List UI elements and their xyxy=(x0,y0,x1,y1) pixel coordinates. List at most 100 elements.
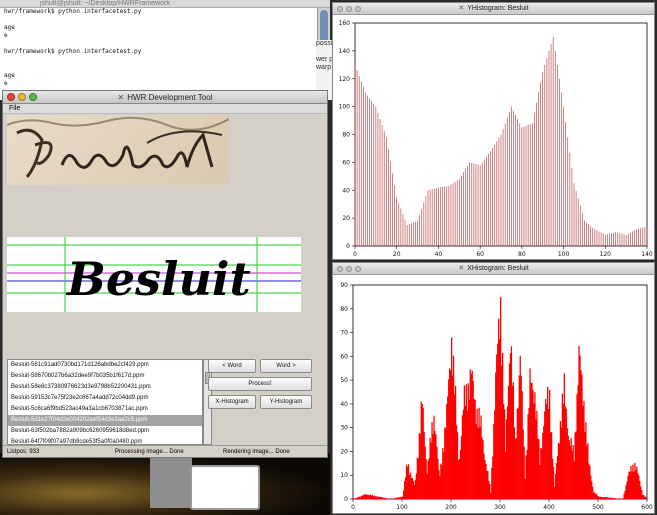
y-tick-label: 0 xyxy=(344,496,348,503)
x-tick-label: 200 xyxy=(445,504,457,511)
list-item[interactable]: Besluit-63f502ba7882a909bc6260959618d8ed… xyxy=(8,426,202,437)
terminal-line: hwr/framework$ python interfacetest.py xyxy=(4,48,142,55)
background-dialog xyxy=(190,465,260,510)
x-histogram-button[interactable]: X-Histogram xyxy=(208,395,256,409)
x-tick-label: 0 xyxy=(351,504,355,511)
terminal-output: hwr/framework$ python interfacetest.py a… xyxy=(0,8,330,88)
process-button[interactable]: Process! xyxy=(208,377,312,391)
terminal-window[interactable]: jshutt@jshutt: ~/Desktop/HWRFramework hw… xyxy=(0,0,330,100)
zoom-icon[interactable] xyxy=(355,266,361,272)
terminal-line: e xyxy=(4,80,8,87)
next-word-button[interactable]: Word > xyxy=(260,359,312,373)
y-tick-label: 80 xyxy=(340,306,348,313)
x11-icon: ✕ xyxy=(117,93,125,102)
list-item[interactable]: Besluit-58e8c37380976623d3e9798b52200431… xyxy=(8,382,202,393)
x11-icon: ✕ xyxy=(458,5,465,12)
file-list[interactable]: Besluit-561c91ad0730bd171d126abdbe2cf429… xyxy=(7,359,203,445)
list-item[interactable]: Besluit-59153c7e75f23e2c667a4add72c04dd9… xyxy=(8,393,202,404)
terminal-line: age xyxy=(4,72,15,79)
y-tick-label: 120 xyxy=(339,76,351,83)
y-tick-label: 0 xyxy=(346,243,350,250)
y-tick-label: 40 xyxy=(342,187,350,194)
x-histogram-window[interactable]: ✕ XHistogram: Besluit 0 10 20 30 40 50 60 70 80 90… xyxy=(332,262,655,514)
y-tick-label: 80 xyxy=(342,132,350,139)
x-tick-label: 600 xyxy=(641,504,653,511)
word-scan-image xyxy=(7,115,229,185)
hwr-title: HWR Development Tool xyxy=(127,93,213,102)
terminal-line: hwr/framework$ python interfacetest.py xyxy=(4,8,142,15)
y-tick-label: 50 xyxy=(340,377,348,384)
minimize-icon[interactable] xyxy=(346,6,352,12)
histogram-bar xyxy=(614,498,616,499)
y-tick-label: 60 xyxy=(342,159,350,166)
x-tick-label: 100 xyxy=(558,251,570,258)
menu-bar: File xyxy=(3,104,327,114)
x-tick-label: 0 xyxy=(353,251,357,258)
zoom-icon[interactable] xyxy=(29,93,37,101)
minimize-icon[interactable] xyxy=(346,266,352,272)
list-item[interactable]: Besluit-64f7f09f07a97db9cde53f5a0f0a0480… xyxy=(8,437,202,444)
y-tick-label: 140 xyxy=(339,48,351,55)
y-histogram-titlebar[interactable]: ✕ YHistogram: Besluit xyxy=(333,3,654,15)
minimize-icon[interactable] xyxy=(18,93,26,101)
y-tick-label: 10 xyxy=(340,472,348,479)
y-histogram-window[interactable]: ✕ YHistogram: Besluit 0 20 40 60 80 100 120 140 1… xyxy=(332,2,655,260)
x-histogram-titlebar[interactable]: ✕ XHistogram: Besluit xyxy=(333,263,654,275)
x-tick-label: 60 xyxy=(476,251,484,258)
status-rendering: Rendering image... Done xyxy=(223,449,290,455)
normalized-word-text: Besluit xyxy=(65,252,251,306)
y-tick-label: 160 xyxy=(339,20,351,27)
status-bar: Listpos: 933 Processing image... Done Re… xyxy=(3,445,327,457)
x-tick-label: 300 xyxy=(494,504,506,511)
x-histogram-title: XHistogram: Besluit xyxy=(467,265,529,272)
histogram-bar xyxy=(386,498,388,499)
zoom-icon[interactable] xyxy=(355,6,361,12)
normalized-word-panel: Besluit xyxy=(7,237,301,312)
y-tick-label: 30 xyxy=(340,425,348,432)
x-tick-label: 500 xyxy=(592,504,604,511)
list-item[interactable]: Besluit-561c91ad0730bd171d126abdbe2cf429… xyxy=(8,360,202,371)
terminal-line: age xyxy=(4,24,15,31)
x11-icon: ✕ xyxy=(458,265,465,272)
hwr-titlebar[interactable]: ✕ HWR Development Tool xyxy=(3,91,327,104)
histogram-bar xyxy=(646,498,648,499)
y-tick-label: 100 xyxy=(339,104,351,111)
y-tick-label: 20 xyxy=(342,215,350,222)
close-icon[interactable] xyxy=(337,266,343,272)
status-listpos: Listpos: 933 xyxy=(7,449,40,455)
x-histogram-chart: 0 10 20 30 40 50 60 70 80 90 0 100 200 300 400 500 600 xyxy=(340,282,653,511)
y-histogram-title: YHistogram: Besluit xyxy=(467,5,529,12)
list-item-selected[interactable]: Besluit-5d1e27f04d2e004202aef54d3e3aa2c5… xyxy=(8,415,202,426)
x-tick-label: 120 xyxy=(600,251,612,258)
x-tick-label: 140 xyxy=(641,251,653,258)
x-tick-label: 400 xyxy=(543,504,555,511)
hwr-window[interactable]: ✕ HWR Development Tool File Besluit Beslu… xyxy=(2,90,328,458)
x-tick-label: 80 xyxy=(518,251,526,258)
y-histogram-chart: 0 20 40 60 80 100 120 140 160 0 20 40 60 80 100 120 140 xyxy=(339,20,653,258)
close-icon[interactable] xyxy=(7,93,15,101)
y-tick-label: 40 xyxy=(340,401,348,408)
prev-word-button[interactable]: < Word xyxy=(208,359,256,373)
y-tick-label: 90 xyxy=(340,282,348,289)
x-tick-label: 20 xyxy=(393,251,401,258)
background-window xyxy=(150,453,192,508)
scan-handwriting xyxy=(7,116,229,178)
x-tick-label: 100 xyxy=(396,504,408,511)
normalized-word-svg: Besluit xyxy=(7,237,301,312)
y-tick-label: 70 xyxy=(340,330,348,337)
list-item[interactable]: Besluit-5c6ca6f9bd523ac49a3a1cb6703871ac… xyxy=(8,404,202,415)
terminal-title: jshutt@jshutt: ~/Desktop/HWRFramework xyxy=(0,0,330,8)
y-histogram-button[interactable]: Y-Histogram xyxy=(260,395,312,409)
y-tick-label: 60 xyxy=(340,353,348,360)
y-tick-label: 20 xyxy=(340,448,348,455)
menu-file[interactable]: File xyxy=(9,105,20,112)
status-processing: Processing image... Done xyxy=(115,449,184,455)
x-tick-label: 40 xyxy=(435,251,443,258)
terminal-line: e xyxy=(4,32,8,39)
list-item[interactable]: Besluit-58670b027b6a32dee9f7b035b1f617d.… xyxy=(8,371,202,382)
close-icon[interactable] xyxy=(337,6,343,12)
